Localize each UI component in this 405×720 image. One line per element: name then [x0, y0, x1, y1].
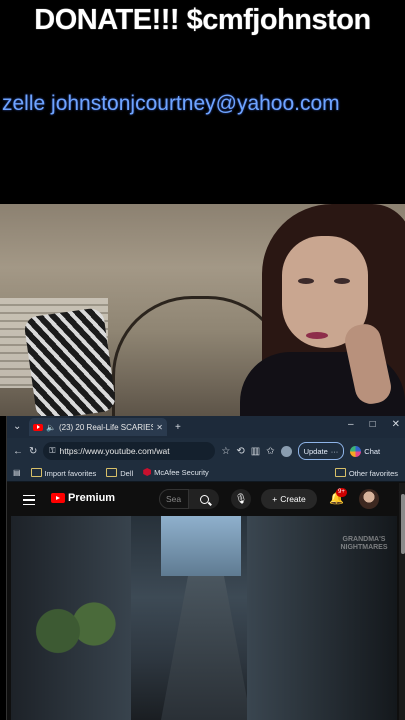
search-button[interactable]	[189, 489, 219, 509]
copilot-icon	[350, 445, 362, 457]
speaker-icon[interactable]: 🔈	[46, 423, 56, 432]
close-window-button[interactable]: ✕	[392, 419, 400, 430]
collections-icon[interactable]: ▥	[251, 446, 260, 457]
youtube-header: Premium Sea 🎙 + Create 🔔 9+	[7, 483, 397, 515]
create-button[interactable]: + Create	[261, 489, 317, 509]
bookmark-label: McAfee Security	[154, 468, 209, 477]
tab-youtube[interactable]: 🔈 (23) 20 Real-Life SCARIEST Gi ✕	[29, 418, 167, 436]
minimize-button[interactable]: –	[348, 419, 354, 430]
address-bar-row: ← ↻ ⚿ https://www.youtube.com/wat ☆ ⟲ ▥ …	[7, 438, 405, 464]
youtube-logo[interactable]: Premium	[51, 492, 115, 504]
right-eye	[334, 278, 350, 284]
plus-icon: +	[272, 494, 278, 504]
account-avatar[interactable]	[359, 489, 379, 509]
youtube-play-icon	[51, 493, 65, 503]
bookmark-label: Other favorites	[348, 469, 398, 478]
update-button[interactable]: Update ···	[297, 442, 345, 460]
sky	[161, 516, 241, 576]
plants	[31, 596, 121, 666]
browser-window: ⌄ 🔈 (23) 20 Real-Life SCARIEST Gi ✕ + – …	[6, 416, 405, 720]
url-field[interactable]: ⚿ https://www.youtube.com/wat	[43, 442, 216, 460]
alley	[161, 576, 251, 720]
search-input[interactable]: Sea	[159, 489, 189, 509]
refresh-icon[interactable]: ↻	[29, 446, 37, 457]
favorites-bar-icon[interactable]: ▤	[13, 468, 21, 477]
favorites-icon[interactable]: ✩	[266, 446, 274, 457]
back-arrow-icon[interactable]: ←	[13, 446, 23, 457]
favorites-bar: ▤ Import favorites Dell McAfee Security …	[7, 464, 405, 482]
chat-label: Chat	[364, 446, 381, 456]
donate-overlay-text: DONATE!!! $cmfjohnston	[34, 4, 371, 36]
voice-search-button[interactable]: 🎙	[231, 489, 251, 509]
webcam-feed	[0, 204, 405, 416]
folder-icon	[334, 468, 346, 477]
microphone-icon: 🎙	[234, 493, 248, 505]
maximize-button[interactable]: □	[370, 419, 376, 430]
notifications-badge: 9+	[336, 488, 347, 497]
site-info-icon[interactable]: ⚿	[49, 446, 55, 456]
bookmark-dell[interactable]: Dell	[106, 467, 134, 478]
url-text: https://www.youtube.com/wat	[59, 446, 170, 456]
zelle-overlay-text: zelle johnstonjcourtney@yahoo.com	[2, 92, 340, 115]
hamburger-menu-icon[interactable]	[23, 495, 35, 505]
folder-icon	[106, 467, 118, 477]
bookmark-other-favorites[interactable]: Other favorites	[334, 468, 398, 478]
extensions-icon[interactable]: ⟲	[236, 446, 244, 457]
create-label: Create	[280, 494, 306, 504]
channel-watermark: GRANDMA'S NIGHTMARES	[340, 536, 388, 551]
folder-icon	[30, 467, 42, 477]
bookmark-label: Dell	[120, 468, 134, 478]
tab-actions-icon[interactable]: ⌄	[13, 421, 21, 432]
new-tab-button[interactable]: +	[175, 422, 181, 433]
mcafee-icon	[143, 468, 152, 476]
tab-bar: ⌄ 🔈 (23) 20 Real-Life SCARIEST Gi ✕ + – …	[7, 416, 405, 438]
bookmark-mcafee[interactable]: McAfee Security	[143, 468, 209, 477]
scrollbar-thumb[interactable]	[401, 494, 405, 554]
more-icon: ···	[330, 446, 339, 456]
bookmark-label: Import favorites	[44, 468, 97, 478]
search-icon	[199, 494, 209, 504]
zebra-pillow	[23, 306, 117, 416]
youtube-logo-text: Premium	[68, 492, 116, 504]
chat-button[interactable]: Chat	[350, 445, 381, 457]
favorite-star-icon[interactable]: ☆	[221, 446, 230, 457]
left-eye	[298, 278, 314, 284]
youtube-favicon-icon	[33, 423, 43, 431]
lips	[306, 332, 328, 339]
update-label: Update	[303, 446, 328, 456]
close-tab-icon[interactable]: ✕	[156, 423, 163, 432]
bookmark-import-favorites[interactable]: Import favorites	[30, 467, 97, 478]
tab-title: (23) 20 Real-Life SCARIEST Gi	[58, 422, 153, 432]
video-player[interactable]: GRANDMA'S NIGHTMARES	[11, 516, 397, 720]
profile-avatar-icon[interactable]	[280, 445, 292, 457]
